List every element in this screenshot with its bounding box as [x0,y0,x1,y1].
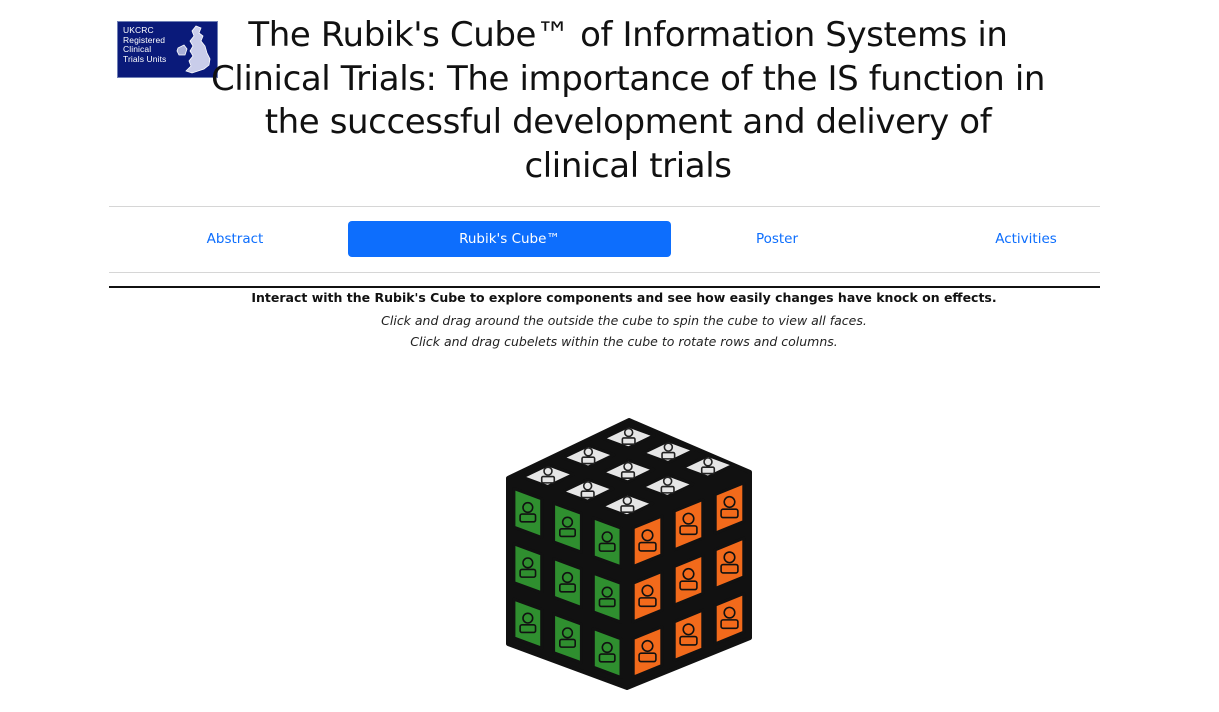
tab-activities[interactable]: Activities [930,221,1122,257]
instructions-heading: Interact with the Rubik's Cube to explor… [251,290,997,305]
instructions-line-1: Click and drag around the outside the cu… [381,313,867,328]
tab-poster[interactable]: Poster [660,221,894,257]
tab-rubiks-cube[interactable]: Rubik's Cube™ [348,221,671,257]
cube-canvas[interactable] [500,414,760,694]
divider-content [109,286,1100,288]
instructions-line-2: Click and drag cubelets within the cube … [410,334,838,349]
page-title: The Rubik's Cube™ of Information Systems… [210,15,1046,186]
tab-abstract[interactable]: Abstract [109,221,361,257]
divider-tabs [109,272,1100,273]
ukcrc-logo: UKCRC Registered Clinical Trials Units [117,21,218,78]
page: UKCRC Registered Clinical Trials Units T… [0,0,1219,712]
divider-top [109,206,1100,207]
logo-text: UKCRC Registered Clinical Trials Units [123,25,167,64]
rubiks-cube[interactable] [500,414,760,694]
